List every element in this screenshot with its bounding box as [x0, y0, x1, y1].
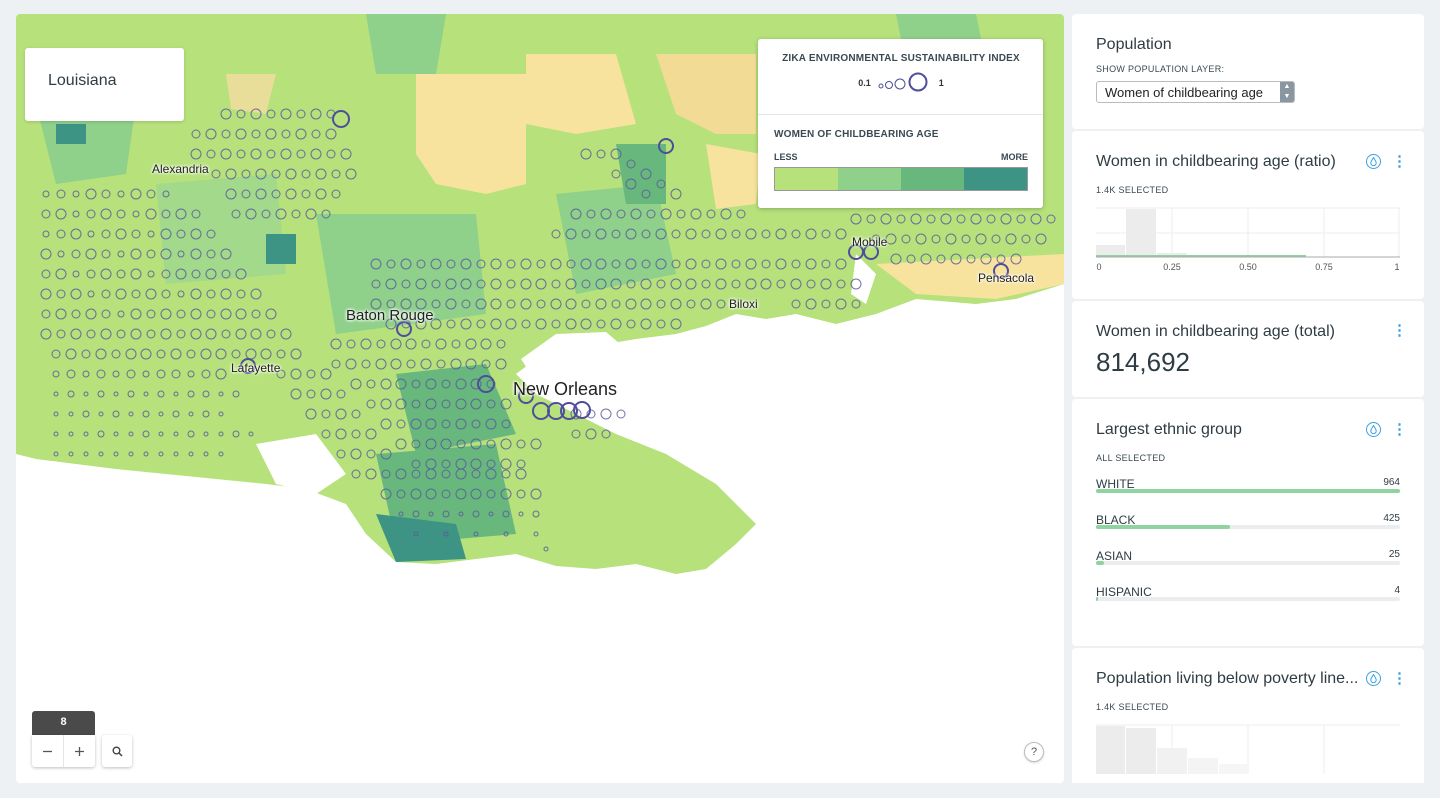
poverty-card: Population living below poverty line... … — [1072, 648, 1424, 783]
ethnic-title: Largest ethnic group — [1096, 421, 1242, 438]
ramp-high-label: MORE — [1001, 152, 1028, 162]
ramp-step-3 — [901, 168, 964, 190]
ratio-title: Women in childbearing age (ratio) — [1096, 153, 1336, 170]
population-title: Population — [1096, 36, 1172, 53]
city-label-pensacola: Pensacola — [978, 271, 1035, 285]
category-row[interactable]: BLACK 425 — [1096, 511, 1400, 547]
bubble-scale-icon — [878, 72, 928, 92]
city-label-biloxi: Biloxi — [729, 297, 758, 311]
total-value: 814,692 — [1096, 347, 1190, 377]
ramp-step-2 — [838, 168, 901, 190]
poverty-histogram[interactable] — [1096, 724, 1400, 774]
poverty-selected: 1.4K SELECTED — [1096, 702, 1169, 712]
city-label-baton-rouge: Baton Rouge — [346, 307, 434, 324]
poverty-options-icon[interactable]: ⋮ — [1392, 671, 1407, 686]
ramp-legend-title: WOMEN OF CHILDBEARING AGE — [774, 129, 939, 140]
ramp-step-4 — [964, 168, 1027, 190]
ratio-tick-2: 0.50 — [1239, 262, 1257, 272]
ramp-step-1 — [775, 168, 838, 190]
ratio-card: Women in childbearing age (ratio) ⋮ 1.4K… — [1072, 131, 1424, 299]
map-search-button[interactable] — [102, 735, 132, 767]
bubble-max-label: 1 — [938, 78, 944, 88]
ethnic-options-icon[interactable]: ⋮ — [1392, 422, 1407, 437]
widgets-panel[interactable]: Population SHOW POPULATION LAYER: Women … — [1072, 14, 1424, 783]
category-row[interactable]: HISPANIC 4 — [1096, 583, 1400, 619]
ramp-low-label: LESS — [774, 152, 798, 162]
ratio-tick-0: 0 — [1096, 262, 1102, 272]
ratio-options-icon[interactable]: ⋮ — [1392, 154, 1407, 169]
poverty-title: Population living below poverty line... — [1096, 670, 1359, 687]
population-layer-select[interactable]: Women of childbearing age ▲ ▼ — [1096, 81, 1295, 103]
color-by-toggle-icon[interactable] — [1366, 671, 1381, 686]
zoom-out-button[interactable] — [32, 735, 63, 767]
bubble-legend-title: ZIKA ENVIRONMENTAL SUSTAINABILITY INDEX — [782, 53, 1020, 64]
zoom-level-indicator: 8 — [32, 711, 95, 735]
category-count: 964 — [1383, 477, 1400, 488]
map-legend: ZIKA ENVIRONMENTAL SUSTAINABILITY INDEX … — [758, 39, 1043, 208]
category-bar-fill — [1096, 525, 1231, 529]
category-count: 4 — [1394, 585, 1400, 596]
category-bar-track — [1096, 561, 1400, 565]
population-layer-label: SHOW POPULATION LAYER: — [1096, 64, 1225, 74]
bubble-min-label: 0.1 — [858, 78, 871, 88]
color-by-toggle-icon[interactable] — [1366, 422, 1381, 437]
category-count: 25 — [1388, 549, 1400, 560]
map-title-box: Louisiana — [25, 48, 184, 121]
plus-icon — [75, 746, 84, 756]
total-options-icon[interactable]: ⋮ — [1392, 323, 1407, 338]
minus-icon — [43, 750, 52, 752]
zoom-in-button[interactable] — [63, 735, 95, 767]
total-card: Women in childbearing age (total) ⋮ 814,… — [1072, 301, 1424, 397]
bubble-scale: 0.1 1 — [774, 72, 1028, 94]
category-row[interactable]: ASIAN 25 — [1096, 547, 1400, 583]
category-row[interactable]: WHITE 964 — [1096, 475, 1400, 511]
city-label-alexandria: Alexandria — [152, 162, 209, 176]
ratio-tick-1: 0.25 — [1163, 262, 1181, 272]
ethnic-card: Largest ethnic group ⋮ ALL SELECTED WHIT… — [1072, 399, 1424, 646]
search-icon — [112, 746, 123, 757]
category-bar-track — [1096, 597, 1400, 601]
map-title: Louisiana — [48, 72, 117, 89]
zoom-control — [32, 735, 95, 767]
city-label-lafayette: Lafayette — [231, 361, 281, 375]
city-label-new-orleans: New Orleans — [513, 379, 618, 399]
population-card: Population SHOW POPULATION LAYER: Women … — [1072, 14, 1424, 129]
ratio-tick-4: 1 — [1394, 262, 1400, 272]
category-bar-fill — [1096, 597, 1099, 601]
color-by-toggle-icon[interactable] — [1366, 154, 1381, 169]
total-title: Women in childbearing age (total) — [1096, 323, 1335, 340]
category-bar-fill — [1096, 489, 1400, 493]
ratio-tick-3: 0.75 — [1315, 262, 1333, 272]
category-count: 425 — [1383, 513, 1400, 524]
population-layer-value: Women of childbearing age — [1105, 85, 1264, 100]
ratio-selected: 1.4K SELECTED — [1096, 185, 1169, 195]
select-arrows-icon: ▲ ▼ — [1280, 82, 1294, 102]
category-bar-track — [1096, 489, 1400, 493]
help-button[interactable]: ? — [1024, 742, 1044, 762]
bubble-legend: ZIKA ENVIRONMENTAL SUSTAINABILITY INDEX … — [758, 39, 1043, 115]
category-bar-fill — [1096, 561, 1104, 565]
ethnic-selected: ALL SELECTED — [1096, 453, 1166, 463]
ratio-histogram[interactable] — [1096, 207, 1400, 259]
ramp-legend: WOMEN OF CHILDBEARING AGE LESS MORE — [758, 115, 1043, 191]
category-bar-track — [1096, 525, 1400, 529]
map-view[interactable]: Alexandria Baton Rouge Lafayette New Orl… — [16, 14, 1064, 783]
color-ramp — [774, 167, 1028, 191]
city-label-mobile: Mobile — [852, 235, 888, 249]
